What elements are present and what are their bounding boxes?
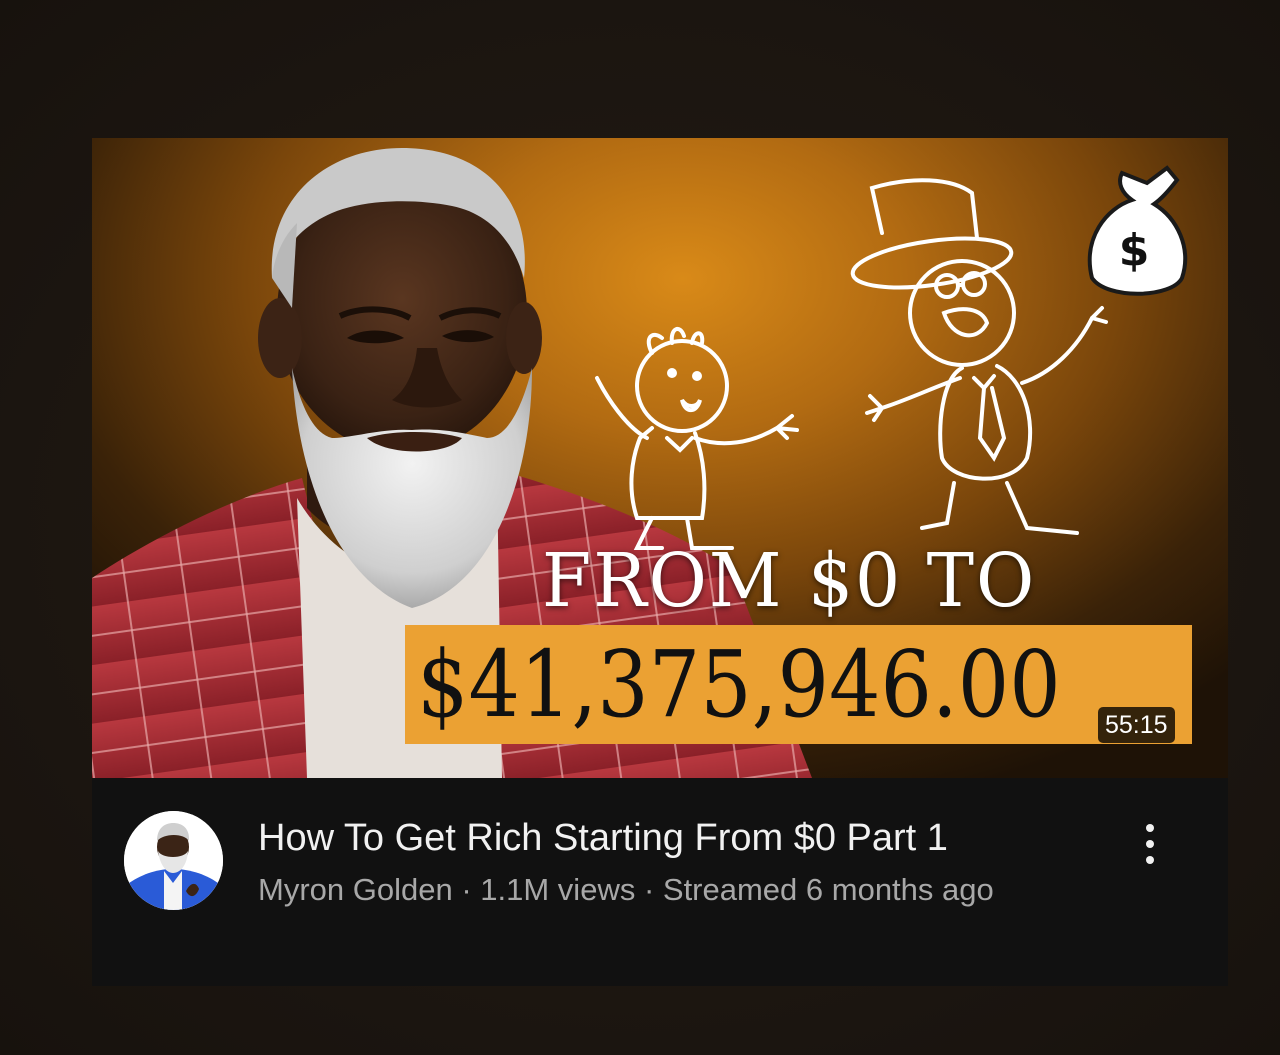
more-vert-icon[interactable] — [1130, 816, 1170, 872]
meta-separator: · — [452, 872, 481, 907]
svg-text:$: $ — [1119, 225, 1150, 276]
thumbnail-amount: $41,375,946.00 — [417, 631, 1061, 738]
channel-name[interactable]: Myron Golden — [258, 872, 453, 907]
video-details: How To Get Rich Starting From $0 Part 1 … — [92, 778, 1228, 986]
money-bag-icon: $ — [1087, 165, 1188, 296]
video-card[interactable]: $ FROM $0 TO $41,375,946.00 55:15 How To… — [92, 138, 1228, 986]
stick-figure-rich-man — [850, 178, 1108, 535]
avatar-image — [124, 811, 223, 910]
duration-badge: 55:15 — [1098, 707, 1175, 743]
thumbnail-headline: FROM $0 TO — [542, 538, 1037, 624]
video-title[interactable]: How To Get Rich Starting From $0 Part 1 — [258, 814, 1108, 862]
channel-avatar[interactable] — [124, 811, 223, 910]
stream-date: Streamed 6 months ago — [662, 872, 994, 907]
view-count: 1.1M views — [480, 872, 636, 907]
video-thumbnail[interactable]: $ FROM $0 TO $41,375,946.00 55:15 — [92, 138, 1228, 778]
video-metadata: Myron Golden · 1.1M views · Streamed 6 m… — [258, 869, 1078, 911]
meta-separator: · — [635, 872, 663, 907]
